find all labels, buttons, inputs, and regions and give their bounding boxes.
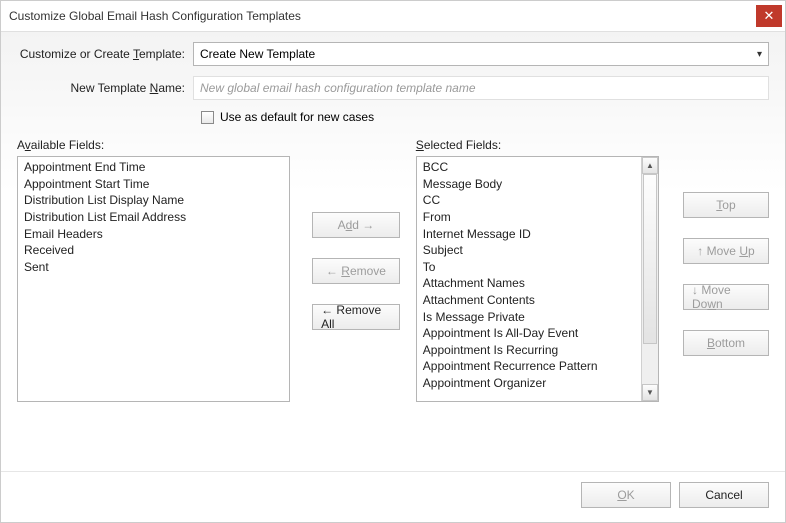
mnemonic: B [707, 336, 715, 350]
template-name-input[interactable]: New global email hash configuration temp… [193, 76, 769, 100]
mnemonic: N [150, 81, 159, 95]
scroll-up-button[interactable]: ▲ [642, 157, 658, 174]
list-item[interactable]: From [421, 209, 637, 226]
scrollbar[interactable]: ▲ ▼ [641, 157, 658, 401]
mnemonic: w [707, 297, 716, 311]
scroll-down-button[interactable]: ▼ [642, 384, 658, 401]
list-item[interactable]: Distribution List Display Name [22, 192, 285, 209]
selected-label: Selected Fields: [416, 138, 659, 152]
reorder-buttons: Top ↑ Move Up ↓ Move Down Bottom [659, 138, 769, 459]
bottom-button[interactable]: Bottom [683, 330, 769, 356]
list-item[interactable]: Attachment Names [421, 275, 637, 292]
move-up-button[interactable]: ↑ Move Up [683, 238, 769, 264]
list-item[interactable]: Sent [22, 259, 285, 276]
transfer-buttons: Add → ← Remove ← Remove All [290, 138, 410, 459]
selected-listbox[interactable]: BCC Message Body CC From Internet Messag… [416, 156, 659, 402]
template-label: Customize or Create Template: [17, 47, 193, 61]
add-button[interactable]: Add → [312, 212, 400, 238]
name-row: New Template Name: New global email hash… [17, 76, 769, 100]
close-icon: ✕ [764, 8, 775, 24]
scroll-track[interactable] [642, 174, 658, 384]
list-item[interactable]: Appointment Organizer [421, 375, 637, 392]
label-text: ame: [158, 81, 185, 95]
list-item[interactable]: BCC [421, 159, 637, 176]
list-item[interactable]: Attachment Contents [421, 292, 637, 309]
window-title: Customize Global Email Hash Configuratio… [9, 9, 301, 23]
default-checkbox-row: Use as default for new cases [201, 110, 769, 124]
default-checkbox[interactable] [201, 111, 214, 124]
available-column: Available Fields: Appointment End Time A… [17, 138, 290, 459]
label-text: New Template [70, 81, 149, 95]
list-item[interactable]: Appointment Recurrence Pattern [421, 358, 637, 375]
label-text: emplate: [139, 47, 185, 61]
scroll-thumb[interactable] [643, 174, 657, 344]
mnemonic: U [739, 244, 748, 258]
cancel-button[interactable]: Cancel [679, 482, 769, 508]
list-item[interactable]: CC [421, 192, 637, 209]
list-item[interactable]: Is Message Private [421, 308, 637, 325]
chevron-down-icon: ▾ [757, 49, 762, 60]
dialog-body: Customize or Create Template: Create New… [1, 32, 785, 471]
lists-area: Available Fields: Appointment End Time A… [17, 138, 769, 459]
dropdown-value: Create New Template [200, 47, 315, 61]
move-down-button[interactable]: ↓ Move Down [683, 284, 769, 310]
list-item[interactable]: Received [22, 242, 285, 259]
selected-inner: BCC Message Body CC From Internet Messag… [417, 157, 641, 401]
mnemonic: S [416, 138, 424, 152]
template-dropdown[interactable]: Create New Template ▾ [193, 42, 769, 66]
template-row: Customize or Create Template: Create New… [17, 42, 769, 66]
list-item[interactable]: Appointment Is All-Day Event [421, 325, 637, 342]
list-item[interactable]: Appointment End Time [22, 159, 285, 176]
available-label: Available Fields: [17, 138, 290, 152]
label-text: elected Fields: [424, 138, 501, 152]
ok-button[interactable]: OK [581, 482, 671, 508]
list-item[interactable]: Distribution List Email Address [22, 209, 285, 226]
close-button[interactable]: ✕ [756, 5, 782, 27]
remove-button[interactable]: ← Remove [312, 258, 400, 284]
list-item[interactable]: Appointment Start Time [22, 176, 285, 193]
label-text: Customize or Create [20, 47, 133, 61]
remove-all-button[interactable]: ← Remove All [312, 304, 400, 330]
mnemonic: O [617, 488, 626, 502]
dialog-window: Customize Global Email Hash Configuratio… [0, 0, 786, 523]
default-checkbox-label: Use as default for new cases [220, 110, 374, 124]
label-text: ailable Fields: [31, 138, 104, 152]
list-item[interactable]: Internet Message ID [421, 225, 637, 242]
list-item[interactable]: Message Body [421, 176, 637, 193]
label-text: A [17, 138, 25, 152]
available-listbox[interactable]: Appointment End Time Appointment Start T… [17, 156, 290, 402]
list-item[interactable]: Appointment Is Recurring [421, 342, 637, 359]
top-button[interactable]: Top [683, 192, 769, 218]
titlebar: Customize Global Email Hash Configuratio… [1, 1, 785, 32]
mnemonic: R [341, 264, 350, 278]
name-label: New Template Name: [17, 81, 193, 95]
list-item[interactable]: To [421, 259, 637, 276]
list-item[interactable]: Subject [421, 242, 637, 259]
selected-column: Selected Fields: BCC Message Body CC Fro… [416, 138, 659, 459]
list-item[interactable]: Email Headers [22, 225, 285, 242]
footer: OK Cancel [1, 471, 785, 522]
placeholder-text: New global email hash configuration temp… [200, 81, 476, 95]
